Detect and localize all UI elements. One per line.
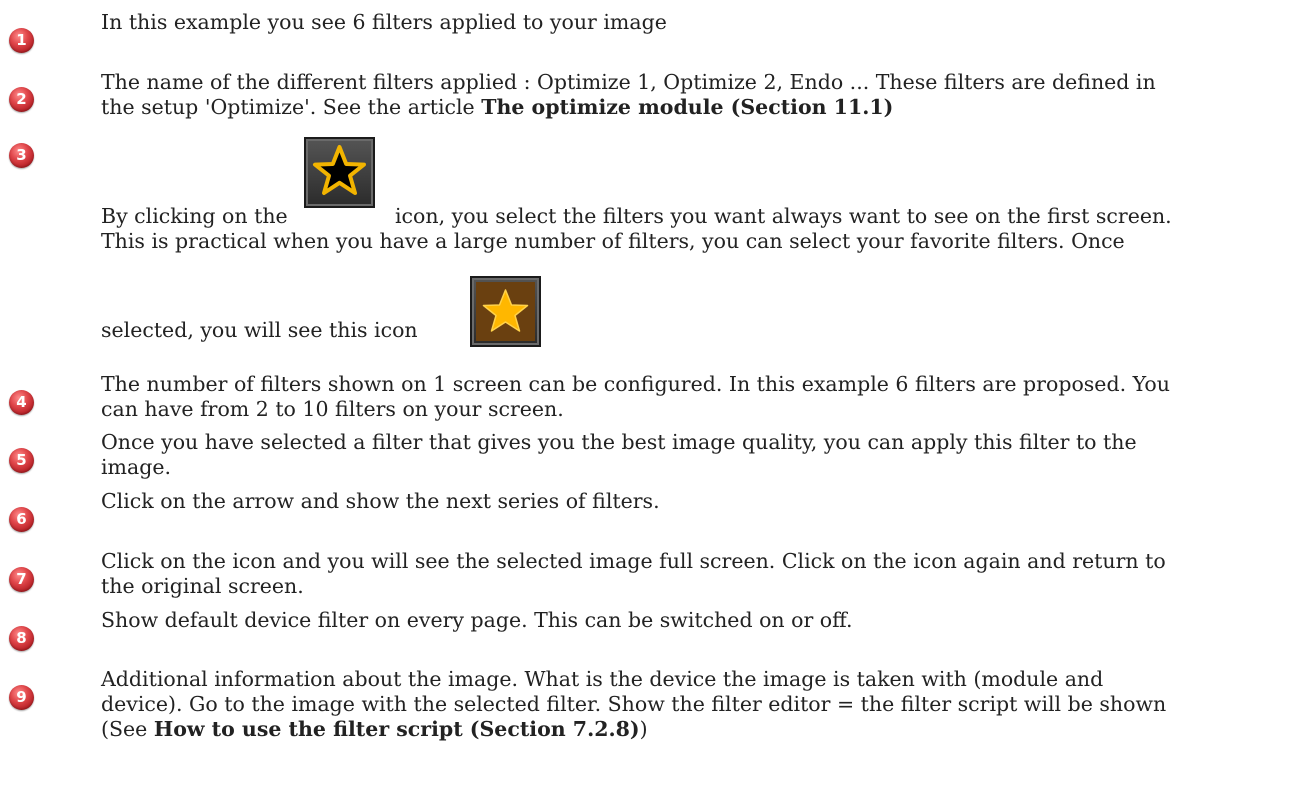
item-text-line: Once you have selected a filter that giv… <box>101 430 1137 454</box>
step-number-badge: 6 <box>9 507 34 532</box>
item-text-line: The number of filters shown on 1 screen … <box>101 372 1170 396</box>
item-text-line: the original screen. <box>101 574 304 598</box>
item-text-line: can have from 2 to 10 filters on your sc… <box>101 397 564 421</box>
article-link[interactable]: How to use the filter script (Section 7.… <box>154 717 640 741</box>
step-number-badge: 2 <box>9 87 34 112</box>
step-number-badge: 9 <box>9 685 34 710</box>
step-number-badge: 7 <box>9 567 34 592</box>
item-text-line: (See How to use the filter script (Secti… <box>101 717 648 741</box>
item-text: Click on the icon and you will see the s… <box>101 549 1297 599</box>
step-number-badge: 5 <box>9 448 34 473</box>
step-number-badge: 1 <box>9 28 34 53</box>
item-text-line: image. <box>101 455 171 479</box>
item-text: Click on the arrow and show the next ser… <box>101 489 660 513</box>
item-text-line: icon, you select the filters you want al… <box>395 204 1172 228</box>
step-number-badge: 4 <box>9 390 34 415</box>
item-text: The name of the different filters applie… <box>101 70 1297 120</box>
item-text-line: Additional information about the image. … <box>101 667 1104 691</box>
item-text: Once you have selected a filter that giv… <box>101 430 1297 480</box>
item-text-line: selected, you will see this icon <box>101 318 418 342</box>
item-text-line: This is practical when you have a large … <box>101 229 1125 253</box>
item-text: Show default device filter on every page… <box>101 608 853 632</box>
item-text-line: device). Go to the image with the select… <box>101 692 1167 716</box>
item-text-line: The name of the different filters applie… <box>101 70 1156 94</box>
item-text: Additional information about the image. … <box>101 667 1297 742</box>
step-number-badge: 3 <box>9 143 34 168</box>
star-filled-icon <box>470 276 541 347</box>
step-number-badge: 8 <box>9 626 34 651</box>
item-text: The number of filters shown on 1 screen … <box>101 372 1297 422</box>
article-link[interactable]: The optimize module (Section 11.1) <box>481 95 893 119</box>
star-outline-icon <box>304 137 375 208</box>
item-text: In this example you see 6 filters applie… <box>101 10 667 34</box>
item-text-line: Click on the icon and you will see the s… <box>101 549 1166 573</box>
item-text-line: the setup 'Optimize'. See the article Th… <box>101 95 894 119</box>
